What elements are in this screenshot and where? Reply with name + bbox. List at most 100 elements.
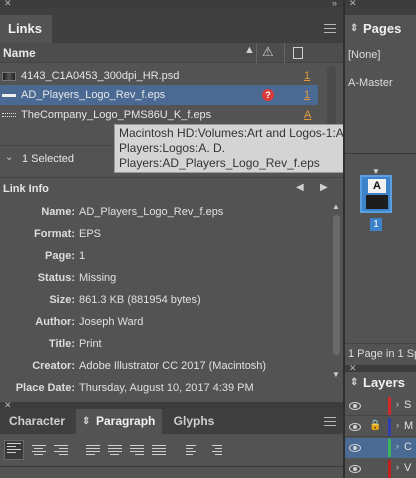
column-divider: [256, 43, 257, 63]
align-center-button[interactable]: [32, 443, 46, 457]
info-value: Thursday, August 10, 2017 4:39 PM: [79, 382, 254, 394]
divider: [345, 153, 416, 154]
pages-tabbar: ⇕ Pages: [345, 7, 416, 43]
eps-thumbnail-icon: [2, 113, 16, 117]
layer-color-swatch: [388, 397, 391, 415]
close-panel-icon[interactable]: ✕: [349, 364, 357, 373]
tab-layers-label: Layers: [363, 375, 405, 390]
link-page[interactable]: 1: [304, 66, 310, 86]
status-warning-icon[interactable]: ⚠: [262, 44, 274, 60]
tab-links[interactable]: Links: [0, 15, 52, 43]
layer-color-swatch: [388, 418, 391, 436]
links-list-scrollbar[interactable]: [327, 66, 336, 128]
info-row: Creator: Adobe Illustrator CC 2017 (Maci…: [0, 356, 330, 376]
justify-all-button[interactable]: [152, 443, 166, 457]
chevron-down-icon[interactable]: ⌄: [5, 152, 13, 163]
layer-row[interactable]: › V: [345, 459, 416, 478]
link-page[interactable]: 1: [304, 85, 310, 105]
link-row-selected[interactable]: AD_Players_Logo_Rev_f.eps ? 1: [0, 85, 318, 105]
info-value: Missing: [79, 272, 117, 284]
align-left-button[interactable]: [4, 440, 24, 460]
close-panel-icon[interactable]: ✕: [349, 0, 357, 8]
previous-link-icon[interactable]: ◀: [296, 182, 304, 193]
pages-body: [None] A-Master ▼ A 1: [345, 43, 416, 343]
layer-name: M: [404, 420, 414, 432]
type-panel-menu-icon[interactable]: [324, 417, 336, 426]
tab-pages[interactable]: ⇕ Pages: [345, 15, 416, 43]
info-row: Name: AD_Players_Logo_Rev_f.eps: [0, 202, 330, 222]
justify-left-button[interactable]: [86, 443, 100, 457]
none-master[interactable]: [None]: [348, 49, 380, 61]
tab-character[interactable]: Character: [0, 409, 74, 434]
divider: [0, 466, 343, 467]
eps-thumbnail-icon: [2, 94, 16, 97]
visibility-eye-icon[interactable]: [349, 402, 361, 410]
link-info-header: Link Info ◀ ▶: [0, 177, 343, 199]
tab-expand-icon: ⇕: [350, 377, 359, 388]
next-link-icon[interactable]: ▶: [320, 182, 328, 193]
expand-layer-icon[interactable]: ›: [396, 441, 399, 451]
column-name[interactable]: Name: [3, 46, 36, 60]
visibility-eye-icon[interactable]: [349, 444, 361, 452]
link-page[interactable]: A: [304, 105, 311, 125]
links-panel-menu-icon[interactable]: [324, 24, 336, 33]
tooltip-line: Players:Logos:A. D.: [119, 141, 226, 155]
link-info-scrollbar[interactable]: ▲ ▼: [330, 202, 343, 402]
close-panel-icon[interactable]: ✕: [4, 401, 12, 410]
tooltip-line: Macintosh HD:Volumes:Art and Logos-1:AD: [119, 126, 353, 140]
tab-expand-icon: ⇕: [82, 416, 91, 427]
info-value: EPS: [79, 228, 102, 240]
collapse-panel-icon[interactable]: »: [332, 0, 337, 8]
page-column-icon[interactable]: [293, 47, 303, 59]
justify-center-button[interactable]: [108, 443, 122, 457]
link-info-title: Link Info: [3, 183, 49, 195]
scrollbar-thumb[interactable]: [333, 215, 340, 355]
layer-color-swatch: [388, 460, 391, 478]
page-number[interactable]: 1: [370, 218, 382, 231]
image-thumbnail-icon: [2, 72, 16, 81]
tab-paragraph-label: Paragraph: [96, 414, 156, 428]
page-content-preview: [366, 195, 388, 209]
sort-asc-icon[interactable]: ▲: [244, 44, 255, 56]
scroll-up-icon[interactable]: ▲: [332, 202, 340, 211]
tab-glyphs[interactable]: Glyphs: [164, 409, 224, 434]
tab-layers[interactable]: ⇕ Layers: [345, 372, 416, 394]
layer-name: C: [404, 441, 412, 453]
lock-icon[interactable]: 🔒: [369, 420, 381, 431]
info-value: Joseph Ward: [79, 316, 144, 328]
missing-link-icon[interactable]: ?: [262, 89, 274, 101]
info-row: Status: Missing: [0, 268, 330, 288]
bottom-panel-topstrip: ✕: [0, 401, 343, 410]
info-row: Size: 861.3 KB (881954 bytes): [0, 290, 330, 310]
justify-right-button[interactable]: [130, 443, 144, 457]
info-value: AD_Players_Logo_Rev_f.eps: [79, 206, 224, 218]
info-row: Title: Print: [0, 334, 330, 354]
a-master[interactable]: A-Master: [348, 77, 393, 89]
expand-layer-icon[interactable]: ›: [396, 399, 399, 409]
type-tabbar: Character ⇕ Paragraph Glyphs: [0, 409, 343, 434]
master-letter: A: [368, 179, 386, 193]
close-panel-icon[interactable]: ✕: [4, 0, 12, 8]
visibility-eye-icon[interactable]: [349, 423, 361, 431]
layer-row[interactable]: 🔒 › M: [345, 417, 416, 437]
expand-layer-icon[interactable]: ›: [396, 420, 399, 430]
links-panel-topstrip: ✕ »: [0, 0, 343, 8]
layer-row-selected[interactable]: › C: [345, 438, 416, 458]
link-row[interactable]: TheCompany_Logo_PMS86U_K_f.eps A: [0, 105, 318, 125]
link-row[interactable]: 4143_C1A0453_300dpi_HR.psd 1: [0, 66, 318, 86]
info-label: Page:: [45, 250, 75, 262]
tab-paragraph[interactable]: ⇕ Paragraph: [76, 409, 162, 434]
path-tooltip: Macintosh HD:Volumes:Art and Logos-1:AD …: [114, 124, 366, 173]
tab-expand-icon: ⇕: [350, 23, 359, 34]
layer-row[interactable]: › S: [345, 396, 416, 416]
pages-panel-topstrip: ✕: [345, 0, 416, 8]
align-towards-spine-button[interactable]: [186, 443, 200, 457]
expand-layer-icon[interactable]: ›: [396, 462, 399, 472]
align-right-button[interactable]: [54, 443, 68, 457]
layer-name: V: [404, 462, 412, 474]
align-away-spine-button[interactable]: [208, 443, 222, 457]
info-row: Author: Joseph Ward: [0, 312, 330, 332]
page-thumbnail[interactable]: A: [360, 175, 392, 213]
visibility-eye-icon[interactable]: [349, 465, 361, 473]
scroll-down-icon[interactable]: ▼: [332, 370, 340, 379]
